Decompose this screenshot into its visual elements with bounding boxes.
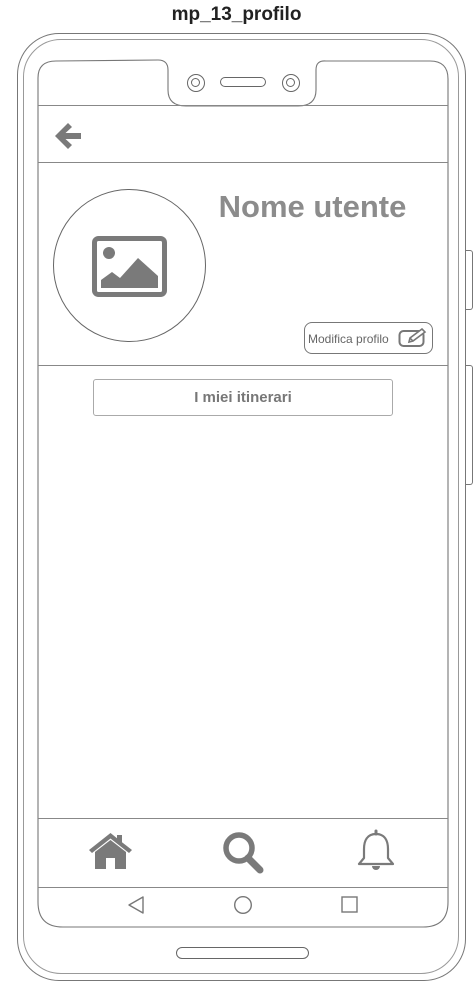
back-button[interactable] bbox=[52, 120, 84, 152]
header-bottom-divider bbox=[38, 162, 448, 163]
my-itineraries-button[interactable]: I miei itinerari bbox=[93, 379, 393, 416]
nav-notifications-button[interactable] bbox=[356, 829, 396, 879]
edit-profile-button[interactable]: Modifica profilo bbox=[304, 322, 433, 354]
home-indicator[interactable] bbox=[176, 947, 309, 959]
pencil-edit-icon bbox=[398, 328, 427, 347]
bell-icon bbox=[357, 829, 395, 870]
front-camera-icon bbox=[187, 74, 205, 92]
avatar[interactable] bbox=[53, 189, 206, 342]
image-placeholder-icon bbox=[92, 236, 167, 297]
profile-section-divider bbox=[38, 365, 448, 366]
back-triangle-icon[interactable] bbox=[127, 895, 145, 915]
recents-square-icon[interactable] bbox=[341, 896, 358, 913]
front-sensor-icon bbox=[282, 74, 300, 92]
header-top-divider bbox=[38, 105, 448, 106]
home-icon bbox=[89, 833, 132, 869]
nav-search-button[interactable] bbox=[222, 831, 264, 879]
username-label: Nome utente bbox=[218, 189, 407, 224]
nav-home-button[interactable] bbox=[88, 830, 133, 875]
arrow-left-icon bbox=[55, 123, 81, 149]
bottom-nav-top-divider bbox=[38, 818, 448, 819]
speaker-grille bbox=[220, 77, 266, 87]
system-nav-divider bbox=[38, 887, 448, 888]
home-circle-icon[interactable] bbox=[233, 895, 253, 915]
edit-profile-label: Modifica profilo bbox=[308, 332, 389, 346]
search-icon bbox=[223, 832, 264, 874]
